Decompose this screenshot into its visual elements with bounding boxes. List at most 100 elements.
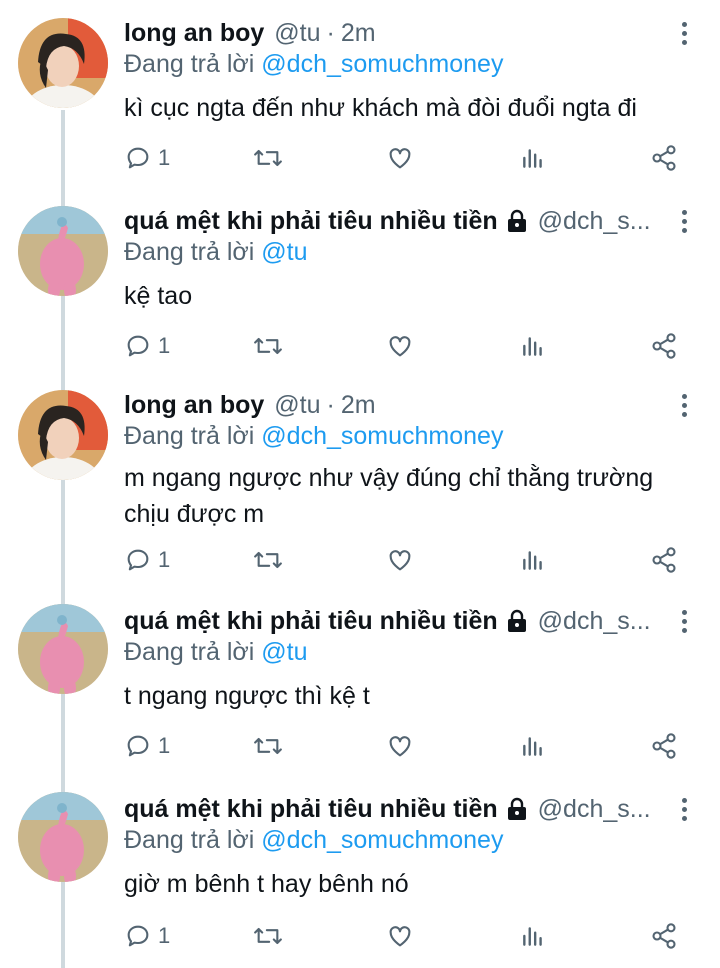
like-icon bbox=[389, 926, 411, 947]
replying-to-handle[interactable]: @dch_somuchmoney bbox=[261, 826, 503, 854]
avatar[interactable] bbox=[18, 604, 108, 694]
like-button[interactable] bbox=[386, 542, 414, 578]
user-handle[interactable]: @dch_s... bbox=[538, 207, 651, 236]
tweet-header: quá mệt khi phải tiêu nhiều tiền @dch_s.… bbox=[124, 604, 660, 638]
reply-button[interactable]: 1 bbox=[124, 918, 170, 954]
lock-icon bbox=[507, 209, 526, 232]
avatar[interactable] bbox=[18, 18, 108, 108]
user-handle[interactable]: @dch_s... bbox=[538, 795, 651, 824]
share-button[interactable] bbox=[650, 140, 678, 176]
replying-to: Đang trả lời @dch_somuchmoney bbox=[124, 50, 503, 82]
analytics-icon bbox=[523, 927, 542, 946]
share-button[interactable] bbox=[650, 918, 678, 954]
display-name[interactable]: long an boy bbox=[124, 19, 264, 48]
reply-button[interactable]: 1 bbox=[124, 140, 170, 176]
reply-count: 1 bbox=[158, 547, 171, 572]
more-options-button[interactable] bbox=[674, 204, 694, 238]
avatar[interactable] bbox=[18, 390, 108, 480]
reply-count: 1 bbox=[158, 145, 171, 170]
retweet-icon bbox=[254, 737, 282, 755]
share-icon bbox=[652, 547, 676, 573]
action-bar: 1 bbox=[124, 328, 684, 364]
share-icon bbox=[652, 333, 676, 359]
more-options-button[interactable] bbox=[674, 604, 694, 638]
reply-icon bbox=[127, 735, 149, 757]
display-name[interactable]: quá mệt khi phải tiêu nhiều tiền bbox=[124, 607, 498, 636]
tweet-text: kì cục ngta đến như khách mà đòi đuổi ng… bbox=[124, 94, 637, 122]
display-name[interactable]: quá mệt khi phải tiêu nhiều tiền bbox=[124, 795, 498, 824]
share-icon bbox=[652, 923, 676, 949]
analytics-button[interactable] bbox=[520, 918, 546, 954]
lock-icon bbox=[507, 609, 526, 632]
analytics-button[interactable] bbox=[520, 728, 546, 764]
separator-dot: · bbox=[326, 18, 335, 47]
timestamp[interactable]: 2m bbox=[341, 391, 376, 420]
tweet-text: giờ m bênh t hay bênh nó bbox=[124, 870, 409, 898]
analytics-icon bbox=[523, 337, 542, 356]
more-options-button[interactable] bbox=[674, 388, 694, 422]
reply-button[interactable]: 1 bbox=[124, 728, 170, 764]
action-bar: 1 bbox=[124, 140, 684, 176]
more-icon bbox=[681, 797, 687, 803]
like-icon bbox=[389, 736, 411, 757]
retweet-icon bbox=[254, 551, 282, 569]
user-handle[interactable]: @dch_s... bbox=[538, 607, 651, 636]
replying-to-label: Đang trả lời bbox=[124, 238, 255, 266]
analytics-icon bbox=[523, 551, 542, 570]
like-icon bbox=[389, 148, 411, 169]
user-handle[interactable]: @tu bbox=[274, 391, 320, 420]
tweet-header: quá mệt khi phải tiêu nhiều tiền @dch_s.… bbox=[124, 792, 660, 826]
tweet-header: long an boy @tu · 2m bbox=[124, 16, 660, 50]
user-handle[interactable]: @tu bbox=[274, 19, 320, 48]
timestamp[interactable]: 2m bbox=[341, 19, 376, 48]
like-button[interactable] bbox=[386, 140, 414, 176]
tweet-text: kệ tao bbox=[124, 282, 193, 310]
replying-to-label: Đang trả lời bbox=[124, 826, 255, 854]
more-icon bbox=[681, 393, 687, 399]
like-button[interactable] bbox=[386, 728, 414, 764]
analytics-button[interactable] bbox=[520, 328, 546, 364]
retweet-icon bbox=[254, 927, 282, 945]
share-icon bbox=[652, 145, 676, 171]
action-bar: 1 bbox=[124, 918, 684, 954]
reply-count: 1 bbox=[158, 923, 171, 948]
share-button[interactable] bbox=[650, 728, 678, 764]
share-button[interactable] bbox=[650, 328, 678, 364]
reply-button[interactable]: 1 bbox=[124, 328, 170, 364]
share-button[interactable] bbox=[650, 542, 678, 578]
reply-button[interactable]: 1 bbox=[124, 542, 170, 578]
replying-to-handle[interactable]: @dch_somuchmoney bbox=[261, 50, 503, 78]
replying-to-handle[interactable]: @tu bbox=[261, 238, 307, 266]
like-icon bbox=[389, 336, 411, 357]
tweet-header: quá mệt khi phải tiêu nhiều tiền @dch_s.… bbox=[124, 204, 660, 238]
replying-to: Đang trả lời @dch_somuchmoney bbox=[124, 422, 503, 454]
avatar[interactable] bbox=[18, 792, 108, 882]
tweet-text: m ngang ngược như vậy đúng chỉ thằng trư… bbox=[124, 464, 654, 528]
separator-dot: · bbox=[326, 390, 335, 419]
retweet-button[interactable] bbox=[252, 328, 284, 364]
reply-icon bbox=[127, 147, 149, 169]
like-button[interactable] bbox=[386, 328, 414, 364]
analytics-button[interactable] bbox=[520, 542, 546, 578]
retweet-button[interactable] bbox=[252, 728, 284, 764]
more-options-button[interactable] bbox=[674, 16, 694, 50]
avatar[interactable] bbox=[18, 206, 108, 296]
action-bar: 1 bbox=[124, 728, 684, 764]
replying-to: Đang trả lời @dch_somuchmoney bbox=[124, 826, 503, 858]
retweet-button[interactable] bbox=[252, 918, 284, 954]
replying-to-handle[interactable]: @dch_somuchmoney bbox=[261, 422, 503, 450]
tweet-text: t ngang ngược thì kệ t bbox=[124, 682, 370, 710]
retweet-button[interactable] bbox=[252, 542, 284, 578]
reply-count: 1 bbox=[158, 333, 171, 358]
retweet-button[interactable] bbox=[252, 140, 284, 176]
more-options-button[interactable] bbox=[674, 792, 694, 826]
lock-icon bbox=[507, 797, 526, 820]
like-icon bbox=[389, 550, 411, 571]
reply-icon bbox=[127, 549, 149, 571]
replying-to-handle[interactable]: @tu bbox=[261, 638, 307, 666]
display-name[interactable]: long an boy bbox=[124, 391, 264, 420]
display-name[interactable]: quá mệt khi phải tiêu nhiều tiền bbox=[124, 207, 498, 236]
reply-icon bbox=[127, 925, 149, 947]
analytics-button[interactable] bbox=[520, 140, 546, 176]
like-button[interactable] bbox=[386, 918, 414, 954]
